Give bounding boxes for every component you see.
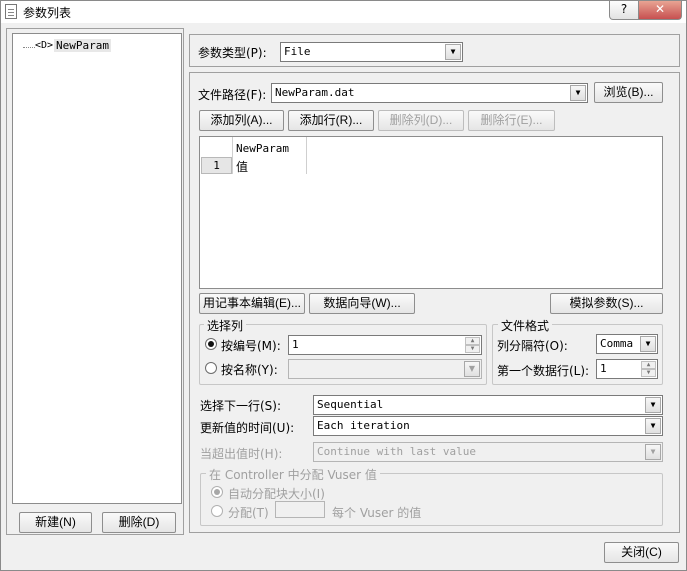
- controller-allocation-title: 在 Controller 中分配 Vuser 值: [206, 466, 380, 483]
- close-button[interactable]: 关闭(C): [604, 542, 679, 563]
- chevron-down-icon[interactable]: ▼: [464, 361, 480, 377]
- grid-row-number[interactable]: 1: [201, 157, 232, 174]
- delete-row-button[interactable]: 删除行(E)...: [468, 110, 555, 131]
- close-icon[interactable]: ✕: [638, 1, 682, 20]
- delete-column-button[interactable]: 删除列(D)...: [378, 110, 464, 131]
- spin-down-icon[interactable]: ▼: [465, 345, 480, 353]
- param-type-select[interactable]: File ▼: [280, 42, 463, 62]
- allocate-count-input[interactable]: [275, 501, 325, 518]
- file-path-label: 文件路径(F):: [198, 88, 267, 102]
- window-title: 参数列表: [23, 6, 72, 20]
- by-name-label: 按名称(Y):: [221, 363, 278, 377]
- spin-down-icon[interactable]: ▼: [641, 369, 656, 377]
- tree-item-newparam[interactable]: NewParam: [54, 39, 111, 52]
- first-data-row-label: 第一个数据行(L):: [497, 364, 590, 378]
- param-type-value: File: [284, 45, 311, 58]
- select-column-title: 选择列: [204, 317, 247, 334]
- delimiter-value: Comma: [600, 337, 634, 350]
- by-number-label: 按编号(M):: [221, 339, 281, 353]
- parameter-data-grid[interactable]: NewParam 1 值: [199, 136, 663, 289]
- file-format-title: 文件格式: [498, 317, 553, 334]
- auto-allocate-label: 自动分配块大小(I): [228, 487, 325, 501]
- allocate-radio[interactable]: [211, 505, 223, 517]
- parameter-list-dialog: 参数列表 ? ✕ <D> NewParam 新建(N) 删除(D) 参数类型(P…: [0, 0, 687, 571]
- chevron-down-icon[interactable]: ▼: [640, 336, 656, 352]
- parameter-icon: <D>: [35, 40, 54, 51]
- delete-button[interactable]: 删除(D): [102, 512, 176, 533]
- chevron-down-icon[interactable]: ▼: [645, 397, 661, 413]
- chevron-down-icon[interactable]: ▼: [445, 44, 461, 60]
- help-button[interactable]: ?: [609, 1, 639, 20]
- next-row-value: Sequential: [317, 398, 384, 411]
- grid-column-header[interactable]: NewParam: [236, 142, 289, 155]
- file-path-value: NewParam.dat: [275, 86, 355, 99]
- allocate-label: 分配(T): [228, 506, 269, 520]
- per-vuser-label: 每个 Vuser 的值: [332, 506, 422, 520]
- tree-connector: [23, 47, 35, 48]
- param-type-label: 参数类型(P):: [198, 46, 267, 60]
- delimiter-select[interactable]: Comma ▼: [596, 334, 658, 354]
- delimiter-label: 列分隔符(O):: [497, 339, 568, 353]
- by-number-radio[interactable]: [205, 338, 217, 350]
- grid-column-separator: [306, 137, 307, 174]
- add-row-button[interactable]: 添加行(R)...: [288, 110, 374, 131]
- column-number-input[interactable]: 1 ▲ ▼: [288, 335, 482, 355]
- spin-up-icon[interactable]: ▲: [641, 361, 656, 369]
- chevron-down-icon[interactable]: ▼: [645, 418, 661, 434]
- notepad-edit-button[interactable]: 用记事本编辑(E)...: [199, 293, 305, 314]
- add-column-button[interactable]: 添加列(A)...: [199, 110, 284, 131]
- auto-allocate-radio[interactable]: [211, 486, 223, 498]
- update-value-select[interactable]: Each iteration ▼: [313, 416, 663, 436]
- update-value-label: 更新值的时间(U):: [200, 421, 295, 435]
- out-of-values-select[interactable]: Continue with last value ▼: [313, 442, 663, 462]
- data-wizard-button[interactable]: 数据向导(W)...: [309, 293, 415, 314]
- grid-cell[interactable]: 值: [236, 158, 248, 175]
- browse-button[interactable]: 浏览(B)...: [594, 82, 663, 103]
- first-data-row-value: 1: [600, 362, 607, 375]
- chevron-down-icon[interactable]: ▼: [570, 85, 586, 101]
- new-button[interactable]: 新建(N): [19, 512, 92, 533]
- next-row-label: 选择下一行(S):: [200, 399, 282, 413]
- next-row-select[interactable]: Sequential ▼: [313, 395, 663, 415]
- column-name-select[interactable]: ▼: [288, 359, 482, 379]
- spin-up-icon[interactable]: ▲: [465, 337, 480, 345]
- first-data-row-input[interactable]: 1 ▲ ▼: [596, 359, 658, 379]
- update-value-value: Each iteration: [317, 419, 410, 432]
- parameter-tree[interactable]: <D> NewParam: [12, 33, 182, 504]
- chevron-down-icon[interactable]: ▼: [645, 444, 661, 460]
- out-of-values-value: Continue with last value: [317, 445, 476, 458]
- grid-column-separator: [232, 137, 233, 174]
- out-of-values-label: 当超出值时(H):: [200, 447, 283, 461]
- simulate-parameter-button[interactable]: 模拟参数(S)...: [550, 293, 663, 314]
- file-path-select[interactable]: NewParam.dat ▼: [271, 83, 588, 103]
- column-number-value: 1: [292, 338, 299, 351]
- title-bar: 参数列表 ? ✕: [1, 1, 686, 23]
- document-icon: [5, 4, 17, 19]
- by-name-radio[interactable]: [205, 362, 217, 374]
